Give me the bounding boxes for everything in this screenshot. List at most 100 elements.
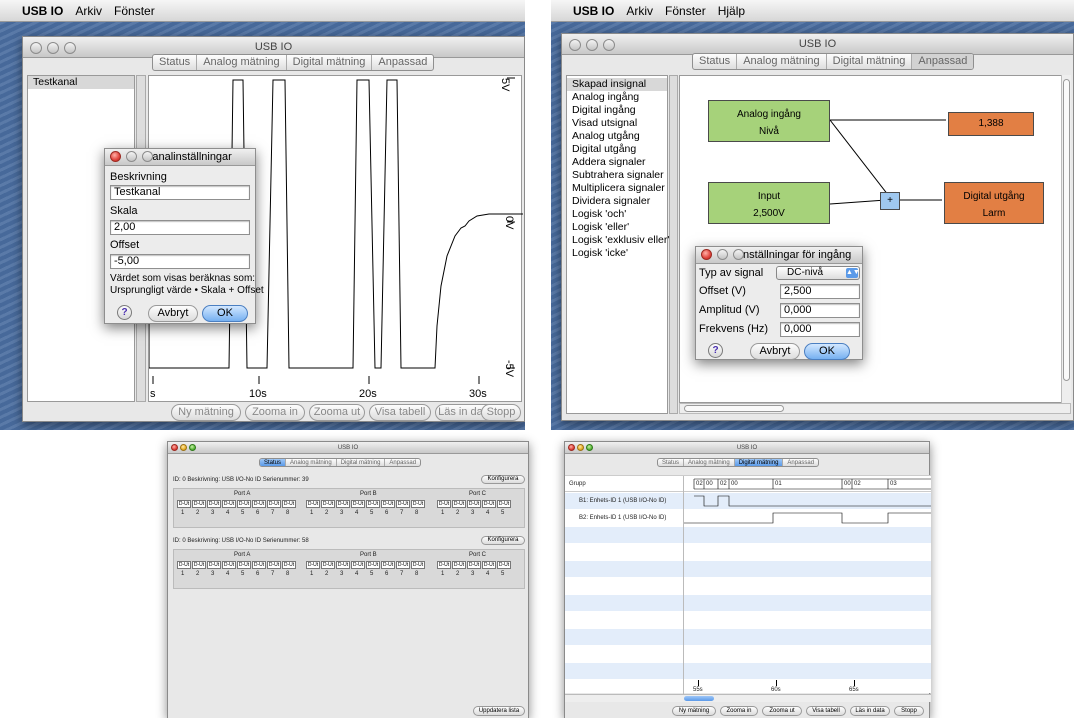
port-cell[interactable]: D-Ut: [467, 500, 481, 508]
offset-field[interactable]: -5,00: [110, 254, 250, 269]
zoom-icon[interactable]: [733, 249, 744, 260]
port-cell[interactable]: D-Ut: [177, 500, 191, 508]
cancel-button[interactable]: Avbryt: [148, 305, 198, 322]
menu-fonster[interactable]: Fönster: [114, 4, 155, 18]
port-cell[interactable]: D-Ut: [282, 500, 296, 508]
list-item[interactable]: Addera signaler: [567, 156, 667, 169]
tab-analog[interactable]: Analog mätning: [737, 54, 827, 69]
new-measure-button[interactable]: Ny mätning: [171, 404, 241, 421]
tab-analog[interactable]: Analog mätning: [286, 459, 337, 466]
list-item[interactable]: Skapad insignal: [567, 78, 667, 91]
list-item[interactable]: Dividera signaler: [567, 195, 667, 208]
port-cell[interactable]: D-Ut: [306, 561, 320, 569]
tab-status[interactable]: Status: [658, 459, 685, 466]
list-item[interactable]: Analog ingång: [567, 91, 667, 104]
port-cell[interactable]: D-Ut: [267, 561, 281, 569]
amplitude-field[interactable]: 0,000: [780, 303, 860, 318]
menu-app[interactable]: USB IO: [22, 4, 63, 18]
offset-field[interactable]: 2,500: [780, 284, 860, 299]
cancel-button[interactable]: Avbryt: [750, 343, 800, 360]
zoom-icon[interactable]: [64, 42, 76, 54]
zoom-in-button[interactable]: Zooma in: [245, 404, 305, 421]
port-cell[interactable]: D-Ut: [222, 500, 236, 508]
port-cell[interactable]: D-Ut: [437, 500, 451, 508]
list-item[interactable]: Analog utgång: [567, 130, 667, 143]
tab-custom[interactable]: Anpassad: [783, 459, 818, 466]
output-value-node[interactable]: 1,388: [948, 112, 1034, 136]
scroll-thumb[interactable]: [1063, 79, 1070, 381]
show-table-button[interactable]: Visa tabell: [806, 706, 846, 716]
zoom-in-button[interactable]: Zooma in: [720, 706, 758, 716]
close-icon[interactable]: [30, 42, 42, 54]
help-icon[interactable]: ?: [708, 343, 723, 358]
show-table-button[interactable]: Visa tabell: [369, 404, 431, 421]
port-cell[interactable]: D-Ut: [222, 561, 236, 569]
port-cell[interactable]: D-Ut: [177, 561, 191, 569]
minimize-icon[interactable]: [717, 249, 728, 260]
window-titlebar[interactable]: USB IO: [562, 34, 1073, 55]
tab-analog[interactable]: Analog mätning: [684, 459, 735, 466]
help-icon[interactable]: ?: [117, 305, 132, 320]
port-cell[interactable]: D-Ut: [482, 500, 496, 508]
vertical-scrollbar[interactable]: [1061, 75, 1071, 403]
channel-item[interactable]: Testkanal: [28, 76, 134, 89]
zoom-out-button[interactable]: Zooma ut: [762, 706, 802, 716]
list-item[interactable]: Digital utgång: [567, 143, 667, 156]
port-cell[interactable]: D-Ut: [381, 500, 395, 508]
tab-digital[interactable]: Digital mätning: [337, 459, 386, 466]
port-cell[interactable]: D-Ut: [351, 500, 365, 508]
digital-output-node[interactable]: Digital utgång Larm: [944, 182, 1044, 224]
tab-custom[interactable]: Anpassad: [912, 54, 974, 69]
list-item[interactable]: Multiplicera signaler: [567, 182, 667, 195]
new-measure-button[interactable]: Ny mätning: [672, 706, 716, 716]
tab-status[interactable]: Status: [260, 459, 287, 466]
plus-node[interactable]: +: [880, 192, 900, 210]
port-cell[interactable]: D-Ut: [497, 500, 511, 508]
port-cell[interactable]: D-Ut: [282, 561, 296, 569]
port-cell[interactable]: D-Ut: [381, 561, 395, 569]
dialog-titlebar[interactable]: Kanalinställningar: [105, 149, 255, 166]
port-cell[interactable]: D-Ut: [321, 561, 335, 569]
port-cell[interactable]: D-Ut: [192, 500, 206, 508]
frequency-field[interactable]: 0,000: [780, 322, 860, 337]
configure-button-2[interactable]: Konfigurera: [481, 536, 525, 545]
list-item[interactable]: Digital ingång: [567, 104, 667, 117]
tab-digital[interactable]: Digital mätning: [734, 459, 784, 466]
minimize-icon[interactable]: [180, 444, 187, 451]
close-icon[interactable]: [171, 444, 178, 451]
port-cell[interactable]: D-Ut: [396, 500, 410, 508]
port-cell[interactable]: D-Ut: [396, 561, 410, 569]
menu-fonster[interactable]: Fönster: [665, 4, 706, 18]
ok-button[interactable]: OK: [804, 343, 850, 360]
stop-button[interactable]: Stopp: [481, 404, 521, 421]
list-scrollbar[interactable]: [669, 75, 678, 414]
description-field[interactable]: Testkanal: [110, 185, 250, 200]
scroll-thumb[interactable]: [684, 696, 714, 701]
channel-b1-label[interactable]: B1: Enhets-ID 1 (USB I/O-No ID): [579, 498, 666, 504]
scale-field[interactable]: 2,00: [110, 220, 250, 235]
load-data-button[interactable]: Läs in data: [850, 706, 890, 716]
zoom-icon[interactable]: [586, 444, 593, 451]
tab-status[interactable]: Status: [153, 55, 198, 70]
close-icon[interactable]: [568, 444, 575, 451]
port-cell[interactable]: D-Ut: [437, 561, 451, 569]
port-cell[interactable]: D-Ut: [366, 561, 380, 569]
list-item[interactable]: Logisk 'och': [567, 208, 667, 221]
zoom-icon[interactable]: [603, 39, 615, 51]
configure-button-1[interactable]: Konfigurera: [481, 475, 525, 484]
menu-hjalp[interactable]: Hjälp: [718, 4, 745, 18]
tab-analog[interactable]: Analog mätning: [197, 55, 287, 70]
close-icon[interactable]: [701, 249, 712, 260]
list-item[interactable]: Logisk 'exklusiv eller': [567, 234, 669, 247]
minimize-icon[interactable]: [586, 39, 598, 51]
port-cell[interactable]: D-Ut: [467, 561, 481, 569]
analog-input-node[interactable]: Analog ingång Nivå: [708, 100, 830, 142]
port-cell[interactable]: D-Ut: [411, 500, 425, 508]
menu-arkiv[interactable]: Arkiv: [75, 4, 102, 18]
port-cell[interactable]: D-Ut: [336, 500, 350, 508]
port-cell[interactable]: D-Ut: [306, 500, 320, 508]
list-item[interactable]: Logisk 'icke': [567, 247, 667, 260]
signal-type-select[interactable]: DC-nivå ▲▼: [776, 266, 860, 280]
horizontal-scrollbar[interactable]: [679, 403, 1071, 414]
close-icon[interactable]: [110, 151, 121, 162]
